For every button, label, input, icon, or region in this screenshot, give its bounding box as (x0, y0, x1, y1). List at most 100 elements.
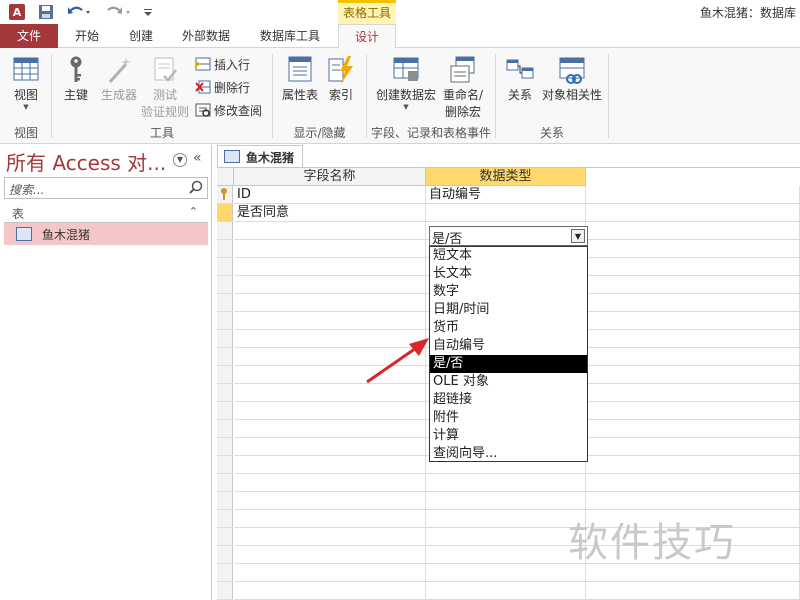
row-selector[interactable] (217, 510, 233, 528)
row-selector[interactable] (217, 582, 233, 600)
empty-cell[interactable] (426, 582, 586, 600)
empty-cell[interactable] (586, 222, 800, 240)
access-app-icon[interactable]: A (6, 3, 28, 21)
nav-item-table[interactable]: 鱼木混猪 (4, 223, 208, 245)
modify-lookups-button[interactable]: 修改查阅 (195, 100, 262, 120)
row-selector[interactable] (217, 366, 233, 384)
empty-cell[interactable] (234, 456, 426, 474)
insert-row-button[interactable]: 插入行 (195, 54, 250, 74)
empty-cell[interactable] (586, 492, 800, 510)
data-type-option[interactable]: 超链接 (430, 391, 587, 409)
row-selector[interactable] (217, 546, 233, 564)
empty-cell[interactable] (234, 276, 426, 294)
data-type-option[interactable]: 是/否 (430, 355, 587, 373)
nav-section-tables[interactable]: 表 ⌃ (4, 203, 208, 223)
data-type-option[interactable]: 长文本 (430, 265, 587, 283)
nav-menu-chevron-icon[interactable]: ▼ (173, 153, 187, 167)
row-selector[interactable] (217, 186, 233, 204)
empty-cell[interactable] (586, 330, 800, 348)
empty-cell[interactable] (426, 474, 586, 492)
row-selector[interactable] (217, 312, 233, 330)
data-type-option[interactable]: 附件 (430, 409, 587, 427)
property-sheet-button[interactable]: 属性表 (277, 50, 323, 103)
tab-design[interactable]: 设计 (338, 24, 396, 49)
empty-cell[interactable] (586, 456, 800, 474)
row-selector[interactable] (217, 384, 233, 402)
empty-cell[interactable] (586, 582, 800, 600)
data-type-combobox[interactable]: 是/否 ▼ (429, 226, 588, 247)
create-data-macros-button[interactable]: 创建数据宏 ▼ (372, 50, 440, 111)
tab-file[interactable]: 文件 (0, 24, 58, 48)
row-selector[interactable] (217, 438, 233, 456)
row-selector[interactable] (217, 564, 233, 582)
column-header-field-name[interactable]: 字段名称 (234, 168, 426, 186)
undo-icon[interactable] (64, 3, 94, 21)
row-selector[interactable] (217, 330, 233, 348)
field-name-cell[interactable]: ID (234, 186, 426, 204)
field-name-cell[interactable]: 是否同意 (234, 204, 426, 222)
row-selector[interactable] (217, 240, 233, 258)
indexes-button[interactable]: 索引 (324, 50, 358, 103)
empty-cell[interactable] (586, 402, 800, 420)
empty-cell[interactable] (234, 510, 426, 528)
test-validation-rules-button[interactable]: 测试 验证规则 (140, 50, 190, 120)
data-type-option[interactable]: 计算 (430, 427, 587, 445)
tab-external-data[interactable]: 外部数据 (170, 24, 242, 48)
row-selector[interactable] (217, 420, 233, 438)
empty-cell[interactable] (586, 420, 800, 438)
collapse-up-icon[interactable]: ⌃ (189, 205, 198, 218)
document-tab[interactable]: 鱼木混猪 (217, 145, 303, 167)
row-selector[interactable] (217, 474, 233, 492)
row-selector[interactable] (217, 402, 233, 420)
empty-cell[interactable] (234, 492, 426, 510)
row-selector[interactable] (217, 456, 233, 474)
empty-cell[interactable] (426, 546, 586, 564)
chevron-down-icon[interactable]: ▼ (571, 229, 585, 243)
nav-search-input[interactable]: 搜索... (4, 177, 208, 199)
empty-cell[interactable] (234, 546, 426, 564)
nav-pane-title[interactable]: 所有 Access 对... (6, 147, 166, 176)
tab-home[interactable]: 开始 (62, 24, 112, 48)
data-type-option[interactable]: 自动编号 (430, 337, 587, 355)
empty-cell[interactable] (586, 294, 800, 312)
tab-create[interactable]: 创建 (116, 24, 166, 48)
builder-button[interactable]: 生成器 (96, 50, 142, 103)
empty-cell[interactable] (586, 438, 800, 456)
empty-cell[interactable] (234, 564, 426, 582)
row-selector[interactable] (217, 204, 233, 222)
row-selector[interactable] (217, 276, 233, 294)
delete-row-button[interactable]: 删除行 (195, 77, 250, 97)
empty-cell[interactable] (234, 438, 426, 456)
save-icon[interactable] (36, 3, 56, 21)
row-selector[interactable] (217, 294, 233, 312)
empty-cell[interactable] (586, 276, 800, 294)
view-button[interactable]: 视图 ▼ (6, 50, 46, 111)
data-type-cell[interactable] (426, 204, 586, 222)
empty-cell[interactable] (586, 312, 800, 330)
empty-cell[interactable] (234, 474, 426, 492)
row-selector[interactable] (217, 348, 233, 366)
data-type-option[interactable]: OLE 对象 (430, 373, 587, 391)
empty-cell[interactable] (426, 528, 586, 546)
customize-qat-icon[interactable] (140, 3, 156, 21)
tab-database-tools[interactable]: 数据库工具 (248, 24, 332, 48)
empty-cell[interactable] (234, 222, 426, 240)
redo-icon[interactable] (104, 3, 134, 21)
empty-cell[interactable] (426, 564, 586, 582)
empty-cell[interactable] (586, 258, 800, 276)
data-type-option[interactable]: 查阅向导... (430, 445, 587, 463)
empty-cell[interactable] (426, 510, 586, 528)
primary-key-button[interactable]: 主键 (58, 50, 94, 103)
row-selector[interactable] (217, 528, 233, 546)
empty-cell[interactable] (234, 582, 426, 600)
search-icon[interactable] (187, 179, 205, 197)
data-type-option[interactable]: 数字 (430, 283, 587, 301)
empty-cell[interactable] (234, 528, 426, 546)
empty-cell[interactable] (586, 384, 800, 402)
empty-cell[interactable] (586, 474, 800, 492)
row-selector[interactable] (217, 492, 233, 510)
empty-cell[interactable] (234, 402, 426, 420)
data-type-option[interactable]: 日期/时间 (430, 301, 587, 319)
row-selector[interactable] (217, 222, 233, 240)
relationships-button[interactable]: 关系 (500, 50, 540, 103)
